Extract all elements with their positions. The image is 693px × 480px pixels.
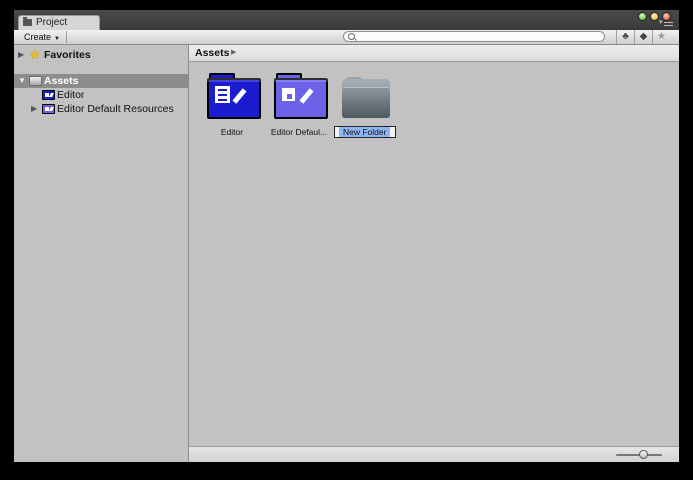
dropdown-arrow-icon: ▼ <box>54 36 60 42</box>
asset-label: Editor Defaul... <box>270 127 328 137</box>
save-search-button[interactable]: ★ <box>652 30 670 44</box>
status-bar <box>189 446 679 462</box>
search-by-type-icon: ♣ <box>622 31 629 42</box>
folder-tree: ▶ ★ Favorites ▼ Assets Editor ▶ Editor D… <box>14 45 189 462</box>
star-icon: ★ <box>29 47 41 62</box>
collapse-arrow-icon[interactable]: ▼ <box>18 74 26 88</box>
star-icon: ★ <box>657 31 666 42</box>
zoom-slider-handle[interactable] <box>639 450 649 459</box>
tab-bar: Project <box>14 10 679 30</box>
editor-default-resources-folder-icon <box>274 73 328 119</box>
tree-item-label: Editor Default Resources <box>57 103 174 115</box>
project-window: Project Create▼ ♣ ◆ ★ ▶ ★ Favorites <box>14 10 679 462</box>
folder-icon <box>23 17 32 26</box>
expand-arrow-icon[interactable]: ▶ <box>31 102 37 116</box>
expand-arrow-icon[interactable]: ▶ <box>18 48 24 62</box>
tree-item-editor-default-resources[interactable]: ▶ Editor Default Resources <box>14 102 189 116</box>
minimize-button[interactable] <box>650 12 659 21</box>
maximize-button[interactable] <box>638 12 647 21</box>
assets-label: Assets <box>44 75 79 87</box>
editor-folder-icon <box>207 73 261 119</box>
editor-default-resources-folder-icon <box>42 104 55 114</box>
breadcrumb-assets[interactable]: Assets <box>195 45 229 61</box>
tab-label: Project <box>36 17 68 28</box>
tag-icon: ◆ <box>639 31 648 42</box>
favorites-label: Favorites <box>44 49 91 61</box>
tree-item-assets[interactable]: ▼ Assets <box>14 74 189 88</box>
breadcrumb: Assets ▶ <box>189 45 679 62</box>
window-controls <box>638 12 674 22</box>
search-icon <box>348 33 355 40</box>
editor-folder-icon <box>42 90 55 100</box>
panel-menu-icon[interactable] <box>659 18 673 29</box>
search-input[interactable] <box>343 31 605 42</box>
tree-item-label: Editor <box>57 89 85 101</box>
asset-item-editor-default-resources[interactable]: Editor Defaul... <box>266 73 332 143</box>
rename-text: New Folder <box>339 127 391 137</box>
asset-item-new-folder[interactable]: New Folder <box>332 73 398 143</box>
toolbar: Create ▼ ♣ ◆ ★ <box>14 30 679 45</box>
rename-field[interactable]: New Folder <box>334 126 396 138</box>
asset-browser: Assets ▶ Editor Editor Defaul... New Fol… <box>189 45 679 462</box>
asset-item-editor[interactable]: Editor <box>199 73 265 143</box>
folder-icon <box>29 76 42 86</box>
chevron-right-icon: ▶ <box>231 49 237 56</box>
folder-icon <box>342 77 390 118</box>
create-label: Create <box>24 32 52 42</box>
tab-project[interactable]: Project <box>18 15 100 30</box>
asset-label: Editor <box>220 127 244 137</box>
close-button[interactable] <box>662 12 671 21</box>
search-by-label-button[interactable]: ◆ <box>634 30 652 44</box>
create-button[interactable]: Create ▼ <box>18 31 67 43</box>
search-by-type-button[interactable]: ♣ <box>616 30 634 44</box>
tree-item-favorites[interactable]: ▶ ★ Favorites <box>14 47 189 62</box>
tree-item-editor[interactable]: Editor <box>14 88 189 102</box>
